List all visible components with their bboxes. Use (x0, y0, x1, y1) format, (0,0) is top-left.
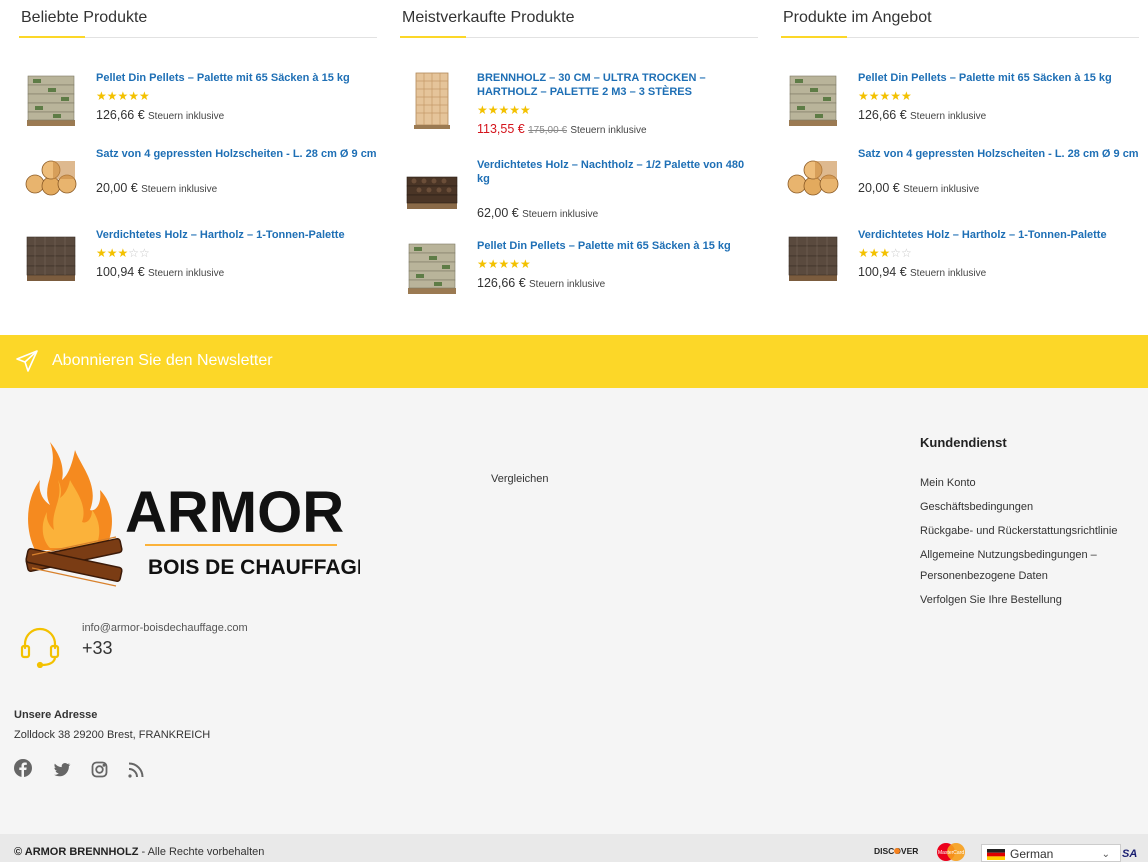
star-rating: ★★★☆☆ (858, 246, 912, 260)
link-terms[interactable]: Geschäftsbedingungen (920, 497, 1148, 518)
armor-logo[interactable]: ARMOR BOIS DE CHAUFFAGE (20, 440, 360, 600)
star-rating: ★★★★★ (477, 257, 531, 271)
product-price: 113,55 € 175,00 € Steuern inklusive (477, 122, 647, 136)
product-price: 126,66 € Steuern inklusive (96, 108, 225, 122)
product-title-link[interactable]: Satz von 4 gepressten Holzscheiten - L. … (96, 147, 377, 161)
address-text: Zolldock 38 29200 Brest, FRANKREICH (14, 729, 211, 741)
customer-service-links: Mein Konto Geschäftsbedingungen Rückgabe… (920, 473, 1148, 614)
contact-phone[interactable]: +33 (82, 638, 113, 659)
link-track-order[interactable]: Verfolgen Sie Ihre Bestellung (920, 590, 1148, 611)
star-rating: ★★★☆☆ (96, 246, 150, 260)
product-price: 100,94 € Steuern inklusive (96, 265, 225, 279)
german-flag-icon (987, 849, 1005, 860)
product-title-link[interactable]: Verdichtetes Holz – Hartholz – 1-Tonnen-… (858, 228, 1139, 242)
customer-service-title: Kundendienst (920, 435, 1007, 450)
widget-popular: Beliebte Produkte Pellet Din Pellets – P… (19, 0, 377, 281)
dark-briquette-pallet-thumbnail[interactable] (402, 157, 462, 217)
link-returns-policy[interactable]: Rückgabe- und Rückerstattungsrichtlinie (920, 521, 1148, 542)
product-price: 20,00 € Steuern inklusive (96, 181, 218, 195)
product-price: 100,94 € Steuern inklusive (858, 265, 987, 279)
newsletter-bar[interactable]: Abonnieren Sie den Newsletter (0, 335, 1148, 388)
briquette-pallet-thumbnail[interactable] (21, 227, 81, 287)
visa-card-icon: SA (1122, 848, 1138, 860)
address-title: Unsere Adresse (14, 709, 98, 721)
link-privacy[interactable]: Allgemeine Nutzungsbedingungen – Persone… (920, 545, 1148, 587)
logo-tagline: BOIS DE CHAUFFAGE (148, 556, 360, 579)
product-title-link[interactable]: Pellet Din Pellets – Palette mit 65 Säck… (477, 239, 758, 253)
link-my-account[interactable]: Mein Konto (920, 473, 1148, 494)
rss-icon[interactable] (126, 760, 146, 780)
product-price: 62,00 € Steuern inklusive (477, 206, 599, 220)
pellet-pallet-thumbnail[interactable] (402, 238, 462, 298)
briquette-pallet-thumbnail[interactable] (783, 227, 843, 287)
newsletter-label[interactable]: Abonnieren Sie den Newsletter (52, 352, 273, 370)
product-price: 20,00 € Steuern inklusive (858, 181, 980, 195)
product-title-link[interactable]: BRENNHOLZ – 30 CM – ULTRA TROCKEN – HART… (477, 71, 758, 99)
star-rating: ★★★★★ (477, 103, 531, 117)
widget-bestsellers: Meistverkaufte Produkte BRENNHOLZ – 30 C… (400, 0, 758, 294)
pellet-pallet-thumbnail[interactable] (783, 70, 843, 130)
compare-link[interactable]: Vergleichen (491, 473, 549, 485)
product-title-link[interactable]: Pellet Din Pellets – Palette mit 65 Säck… (858, 71, 1139, 85)
widget-title: Produkte im Angebot (781, 0, 1139, 38)
star-rating: ★★★★★ (96, 89, 150, 103)
facebook-icon[interactable] (14, 759, 34, 779)
product-title-link[interactable]: Satz von 4 gepressten Holzscheiten - L. … (858, 147, 1139, 161)
svg-text:MasterCard: MasterCard (938, 850, 964, 856)
logo-name: ARMOR (125, 480, 344, 545)
language-selector[interactable]: German ⌄ (981, 844, 1121, 862)
paper-plane-icon (16, 350, 38, 372)
pellet-pallet-thumbnail[interactable] (21, 70, 81, 130)
footer: ARMOR BOIS DE CHAUFFAGE info@armor-boisd… (0, 388, 1148, 834)
widget-title: Meistverkaufte Produkte (400, 0, 758, 38)
copyright: © ARMOR BRENNHOLZ - Alle Rechte vorbehal… (14, 846, 265, 858)
product-price: 126,66 € Steuern inklusive (858, 108, 987, 122)
star-rating: ★★★★★ (858, 89, 912, 103)
chevron-down-icon: ⌄ (1101, 849, 1110, 860)
widget-on-sale: Produkte im Angebot Pellet Din Pellets –… (781, 0, 1139, 281)
instagram-icon[interactable] (90, 760, 110, 780)
headset-icon (20, 627, 60, 668)
firewood-crate-thumbnail[interactable] (402, 70, 462, 130)
twitter-icon[interactable] (52, 760, 72, 780)
logs-thumbnail[interactable] (21, 146, 81, 206)
product-title-link[interactable]: Verdichtetes Holz – Hartholz – 1-Tonnen-… (96, 228, 377, 242)
widget-title: Beliebte Produkte (19, 0, 377, 38)
product-title-link[interactable]: Verdichtetes Holz – Nachtholz – 1/2 Pale… (477, 158, 758, 186)
product-price: 126,66 € Steuern inklusive (477, 276, 606, 290)
product-widgets: Beliebte Produkte Pellet Din Pellets – P… (0, 0, 1148, 335)
contact-email[interactable]: info@armor-boisdechauffage.com (82, 622, 248, 634)
logs-thumbnail[interactable] (783, 146, 843, 206)
bottom-bar: © ARMOR BRENNHOLZ - Alle Rechte vorbehal… (0, 834, 1148, 862)
mastercard-icon: MasterCard (937, 843, 965, 861)
language-label: German (1010, 847, 1054, 861)
product-title-link[interactable]: Pellet Din Pellets – Palette mit 65 Säck… (96, 71, 377, 85)
discover-card-icon: DISCOVER (874, 846, 918, 856)
